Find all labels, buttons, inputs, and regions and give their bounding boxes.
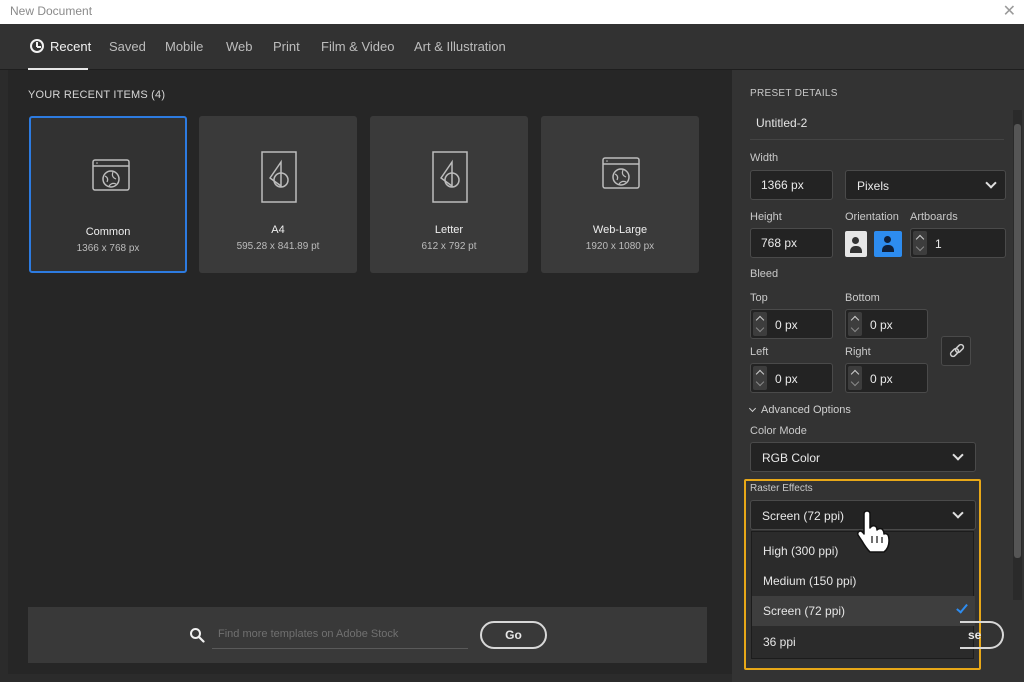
preset-size: 1920 x 1080 px: [585, 241, 655, 252]
preset-name: Web-Large: [592, 224, 648, 236]
preset-name: A4: [271, 224, 285, 236]
bleed-label: Bleed: [750, 268, 779, 280]
dropdown-option[interactable]: Screen (72 ppi): [752, 596, 975, 626]
width-value: 1366 px: [761, 178, 804, 192]
search-icon: [190, 628, 205, 643]
bleed-top-label: Top: [750, 292, 768, 304]
go-button[interactable]: Go: [480, 621, 547, 649]
bleed-left-label: Left: [750, 346, 769, 358]
checkmark-icon: [956, 601, 968, 614]
dropdown-option[interactable]: Medium (150 ppi): [752, 566, 975, 596]
bleed-bottom-stepper[interactable]: 0 px: [845, 309, 928, 339]
tab-art-illustration[interactable]: Art & Illustration: [414, 39, 506, 54]
close-button-partial-label: se: [968, 628, 982, 642]
preset-name: Letter: [434, 224, 464, 236]
dropdown-option-label: High (300 ppi): [763, 544, 839, 558]
stepper-arrows[interactable]: [848, 312, 862, 336]
dropdown-option-label: 36 ppi: [763, 635, 796, 649]
units-value: Pixels: [857, 179, 890, 193]
chevron-down-icon: [748, 404, 757, 413]
tab-saved[interactable]: Saved: [109, 39, 146, 54]
preset-card-a4[interactable]: A4 595.28 x 841.89 pt: [199, 116, 357, 273]
raster-effects-label: Raster Effects: [750, 483, 813, 494]
preset-size: 1366 x 768 px: [76, 243, 140, 254]
window-title: New Document: [10, 4, 93, 18]
preset-size: 612 x 792 pt: [421, 241, 477, 252]
portrait-icon: [852, 237, 859, 244]
tab-web[interactable]: Web: [226, 39, 253, 54]
advanced-options-label: Advanced Options: [761, 404, 851, 416]
bleed-top-value: 0 px: [775, 318, 798, 332]
preset-card-letter[interactable]: Letter 612 x 792 pt: [370, 116, 528, 273]
color-mode-value: RGB Color: [762, 451, 821, 465]
bleed-right-stepper[interactable]: 0 px: [845, 363, 928, 393]
color-mode-label: Color Mode: [750, 425, 807, 437]
stepper-arrows[interactable]: [753, 312, 767, 336]
advanced-options-toggle[interactable]: Advanced Options: [748, 404, 851, 416]
link-bleed-button[interactable]: [941, 336, 971, 366]
stepper-arrows[interactable]: [848, 366, 862, 390]
clock-icon: [30, 39, 44, 53]
bleed-bottom-label: Bottom: [845, 292, 880, 304]
stock-search-input[interactable]: [212, 619, 468, 649]
tab-recent-label: Recent: [50, 39, 92, 54]
portrait-icon-body: [850, 246, 862, 253]
height-label: Height: [750, 211, 782, 223]
chevron-down-icon: [952, 449, 964, 461]
divider: [750, 139, 1004, 140]
color-mode-select[interactable]: RGB Color: [750, 442, 976, 472]
preset-card-common[interactable]: Common 1366 x 768 px: [29, 116, 187, 273]
landscape-icon-body: [882, 245, 894, 252]
tab-recent[interactable]: Recent: [30, 39, 91, 54]
bleed-left-value: 0 px: [775, 372, 798, 386]
landscape-icon: [884, 236, 891, 243]
category-tabbar: Recent Saved Mobile Web Print Film & Vid…: [0, 24, 1024, 70]
tab-print[interactable]: Print: [273, 39, 300, 54]
dropdown-option-label: Screen (72 ppi): [763, 604, 846, 618]
preset-size: 595.28 x 841.89 pt: [236, 241, 320, 252]
recent-items-heading: YOUR RECENT ITEMS (4): [28, 89, 166, 101]
tab-film-video[interactable]: Film & Video: [321, 39, 394, 54]
artboards-stepper[interactable]: 1: [910, 228, 1006, 258]
tab-mobile[interactable]: Mobile: [165, 39, 203, 54]
bleed-right-value: 0 px: [870, 372, 893, 386]
dropdown-option[interactable]: 36 ppi: [752, 627, 975, 657]
web-document-icon: [602, 157, 640, 189]
width-label: Width: [750, 152, 779, 164]
window-titlebar: New Document ✕: [0, 0, 1024, 24]
chevron-down-icon: [952, 507, 964, 519]
preset-card-web-large[interactable]: Web-Large 1920 x 1080 px: [541, 116, 699, 273]
print-document-icon: [261, 151, 297, 203]
stepper-arrows[interactable]: [913, 231, 927, 255]
link-icon: [949, 343, 965, 358]
preset-name: Common: [85, 226, 131, 238]
landscape-orientation-button[interactable]: [874, 231, 902, 257]
dropdown-option-label: Medium (150 ppi): [763, 574, 857, 588]
width-field[interactable]: 1366 px: [750, 170, 833, 200]
orientation-label: Orientation: [845, 211, 899, 223]
height-field[interactable]: 768 px: [750, 228, 833, 258]
artboards-label: Artboards: [910, 211, 958, 223]
hand-cursor-icon: [857, 510, 890, 553]
web-document-icon: [92, 159, 130, 191]
height-value: 768 px: [761, 236, 798, 250]
print-document-icon: [432, 151, 468, 203]
units-select[interactable]: Pixels: [845, 170, 1006, 200]
bleed-top-stepper[interactable]: 0 px: [750, 309, 833, 339]
close-button-partial[interactable]: se: [960, 621, 1004, 649]
scrollbar-thumb[interactable]: [1014, 124, 1021, 558]
bleed-left-stepper[interactable]: 0 px: [750, 363, 833, 393]
bleed-bottom-value: 0 px: [870, 318, 893, 332]
preset-details-heading: PRESET DETAILS: [750, 88, 838, 99]
stepper-arrows[interactable]: [753, 366, 767, 390]
artboards-value: 1: [935, 237, 942, 251]
portrait-orientation-button[interactable]: [845, 231, 867, 257]
document-name-field[interactable]: Untitled-2: [756, 116, 807, 130]
bleed-right-label: Right: [845, 346, 871, 358]
raster-effects-value: Screen (72 ppi): [762, 509, 845, 523]
chevron-down-icon: [985, 177, 997, 189]
close-icon[interactable]: ✕: [1003, 1, 1016, 21]
